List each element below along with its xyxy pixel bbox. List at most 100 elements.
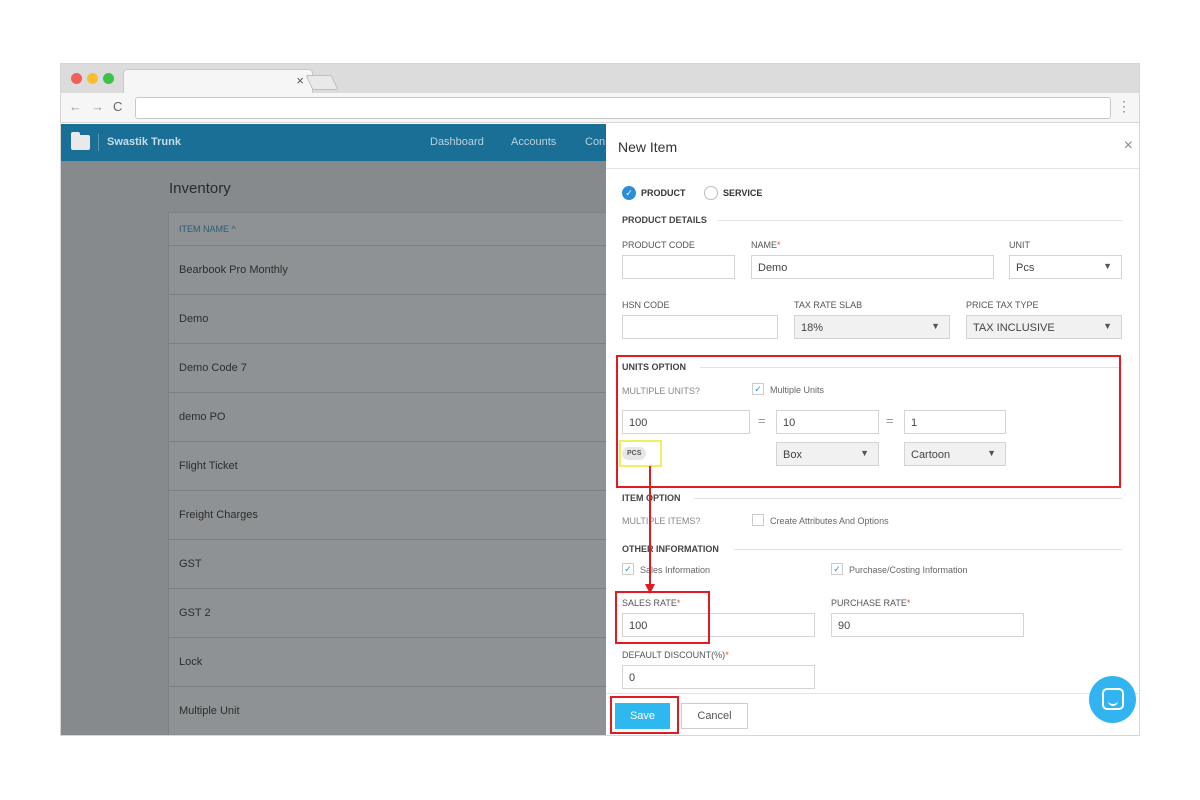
default-discount-input[interactable]: 0 xyxy=(622,665,815,689)
minimize-window-dot[interactable] xyxy=(87,73,98,84)
table-row[interactable]: GST 2 xyxy=(169,589,617,638)
chevron-down-icon: ▼ xyxy=(860,448,869,458)
product-radio-label[interactable]: PRODUCT xyxy=(641,188,686,198)
panel-title: New Item xyxy=(618,139,678,155)
sales-rate-label: SALES RATE* xyxy=(622,598,681,608)
row-label: demo PO xyxy=(179,411,226,423)
tax-rate-slab-select[interactable]: 18% ▼ xyxy=(794,315,950,339)
panel-footer: Save Cancel xyxy=(606,693,1139,735)
base-unit-chip: PCS xyxy=(622,447,647,460)
service-radio[interactable] xyxy=(704,186,718,200)
product-radio[interactable]: ✓ xyxy=(622,186,636,200)
row-label: Demo Code 7 xyxy=(179,362,247,374)
chat-launcher-button[interactable] xyxy=(1089,676,1136,723)
forward-icon[interactable]: → xyxy=(91,99,104,114)
row-label: Flight Ticket xyxy=(179,460,238,472)
save-button[interactable]: Save xyxy=(615,703,670,729)
multiple-items-label: MULTIPLE ITEMS? xyxy=(622,516,701,526)
price-tax-type-select[interactable]: TAX INCLUSIVE ▼ xyxy=(966,315,1122,339)
tab-close-icon[interactable]: × xyxy=(296,73,304,88)
price-tax-type-value: TAX INCLUSIVE xyxy=(973,322,1055,334)
brand-name[interactable]: Swastik Trunk xyxy=(107,136,181,148)
purchase-information-label[interactable]: Purchase/Costing Information xyxy=(849,565,968,575)
tax-rate-slab-label: TAX RATE SLAB xyxy=(794,300,863,310)
section-product-details: PRODUCT DETAILS xyxy=(622,215,707,225)
row-label: GST xyxy=(179,558,202,570)
row-label: Demo xyxy=(179,313,209,325)
table-row[interactable]: Demo xyxy=(169,295,617,344)
create-attributes-checkbox[interactable] xyxy=(752,514,764,526)
table-row[interactable]: Demo Code 7 xyxy=(169,344,617,393)
multiple-units-checkbox-label[interactable]: Multiple Units xyxy=(770,385,824,395)
browser-tabbar: × xyxy=(61,64,1139,93)
new-item-panel: New Item × ✓ PRODUCT SERVICE PRODUCT DET… xyxy=(606,124,1139,735)
chevron-down-icon: ▼ xyxy=(1103,321,1112,331)
unit-quantity-carton-input[interactable]: 1 xyxy=(904,410,1006,434)
default-discount-label: DEFAULT DISCOUNT(%)* xyxy=(622,650,729,660)
page-title: Inventory xyxy=(169,180,231,197)
price-tax-type-label: PRICE TAX TYPE xyxy=(966,300,1039,310)
service-radio-label[interactable]: SERVICE xyxy=(723,188,762,198)
close-icon[interactable]: × xyxy=(1124,137,1133,155)
brand-divider xyxy=(98,134,99,151)
chevron-down-icon: ▼ xyxy=(987,448,996,458)
section-units-option: UNITS OPTION xyxy=(622,362,687,372)
purchase-rate-label: PURCHASE RATE* xyxy=(831,598,911,608)
section-divider xyxy=(694,498,1122,499)
unit-select-value: Pcs xyxy=(1016,262,1035,274)
table-row[interactable]: Flight Ticket xyxy=(169,442,617,491)
multiple-units-checkbox[interactable]: ✓ xyxy=(752,383,764,395)
unit-quantity-base-input[interactable]: 100 xyxy=(622,410,750,434)
table-row[interactable]: Lock xyxy=(169,638,617,687)
table-row[interactable]: Multiple Unit xyxy=(169,687,617,735)
unit-select[interactable]: Pcs ▼ xyxy=(1009,255,1122,279)
hsn-code-input[interactable] xyxy=(622,315,778,339)
cancel-button[interactable]: Cancel xyxy=(681,703,748,729)
page-viewport: Swastik Trunk Dashboard Accounts Con Inv… xyxy=(61,124,1139,735)
product-code-label: PRODUCT CODE xyxy=(622,240,695,250)
table-row[interactable]: Bearbook Pro Monthly xyxy=(169,246,617,295)
unit-label: UNIT xyxy=(1009,240,1030,250)
table-row[interactable]: demo PO xyxy=(169,393,617,442)
back-icon[interactable]: ← xyxy=(69,99,82,114)
table-row[interactable]: GST xyxy=(169,540,617,589)
equals-sign: = xyxy=(886,413,894,428)
row-label: Freight Charges xyxy=(179,509,258,521)
address-bar[interactable] xyxy=(135,97,1111,119)
purchase-information-checkbox[interactable]: ✓ xyxy=(831,563,843,575)
nav-contacts[interactable]: Con xyxy=(585,136,605,148)
annotation-arrow xyxy=(645,466,655,594)
section-other-information: OTHER INFORMATION xyxy=(622,544,719,554)
table-header[interactable]: ITEM NAME ^ xyxy=(169,213,617,246)
nav-accounts[interactable]: Accounts xyxy=(511,136,556,148)
section-divider xyxy=(734,549,1122,550)
column-header-item-name[interactable]: ITEM NAME ^ xyxy=(179,224,236,234)
name-input[interactable]: Demo xyxy=(751,255,994,279)
section-divider xyxy=(700,367,1120,368)
purchase-rate-input[interactable]: 90 xyxy=(831,613,1024,637)
create-attributes-label[interactable]: Create Attributes And Options xyxy=(770,516,889,526)
browser-window: × ← → C ⋮ Swastik Trunk Dashboard Accoun… xyxy=(60,63,1140,736)
chat-icon xyxy=(1102,688,1124,710)
row-label: Bearbook Pro Monthly xyxy=(179,264,288,276)
multiple-units-label: MULTIPLE UNITS? xyxy=(622,386,700,396)
browser-navbar: ← → C ⋮ xyxy=(61,93,1139,123)
browser-tab[interactable]: × xyxy=(123,69,313,93)
unit-quantity-box-input[interactable]: 10 xyxy=(776,410,879,434)
browser-menu-icon[interactable]: ⋮ xyxy=(1117,98,1131,115)
row-label: Lock xyxy=(179,656,203,668)
unit-carton-value: Cartoon xyxy=(911,449,951,461)
close-window-dot[interactable] xyxy=(71,73,82,84)
unit-box-value: Box xyxy=(783,449,802,461)
reload-icon[interactable]: C xyxy=(113,99,122,114)
unit-box-select[interactable]: Box ▼ xyxy=(776,442,879,466)
maximize-window-dot[interactable] xyxy=(103,73,114,84)
product-code-input[interactable] xyxy=(622,255,735,279)
sales-rate-input[interactable]: 100 xyxy=(622,613,815,637)
name-label: NAME* xyxy=(751,240,781,250)
nav-dashboard[interactable]: Dashboard xyxy=(430,136,484,148)
sales-information-checkbox[interactable]: ✓ xyxy=(622,563,634,575)
unit-carton-select[interactable]: Cartoon ▼ xyxy=(904,442,1006,466)
table-row[interactable]: Freight Charges xyxy=(169,491,617,540)
chevron-down-icon: ▼ xyxy=(1103,261,1112,271)
